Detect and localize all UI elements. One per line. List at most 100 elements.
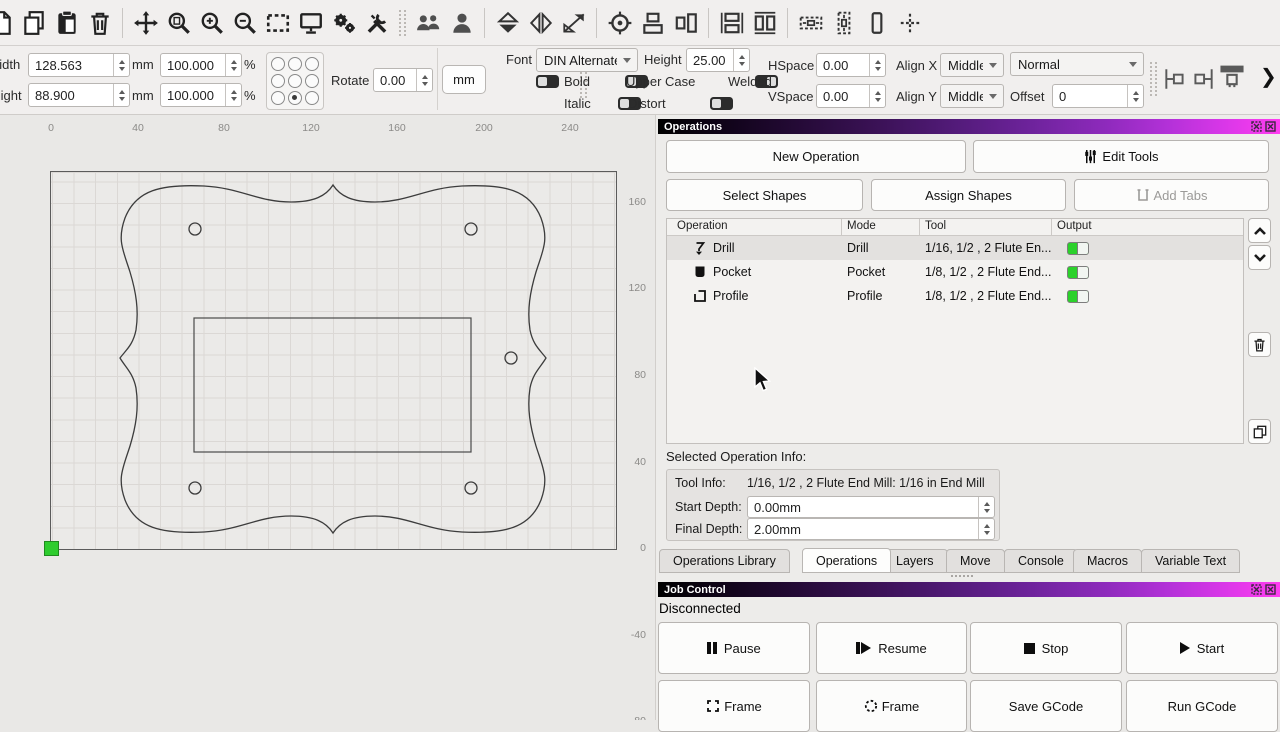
delete-operation-button[interactable]: [1248, 332, 1271, 357]
operation-row-drill[interactable]: Drill Drill 1/16, 1/2 , 2 Flute En...: [667, 236, 1243, 260]
anchor-middle-center[interactable]: [288, 74, 302, 88]
anchor-bottom-right[interactable]: [305, 91, 319, 105]
edit-tools-button[interactable]: Edit Tools: [973, 140, 1269, 173]
anchor-bottom-center[interactable]: [288, 91, 302, 105]
start-button[interactable]: Start: [1126, 622, 1278, 674]
operation-row-profile[interactable]: Profile Profile 1/8, 1/2 , 2 Flute End..…: [667, 284, 1243, 308]
user-icon[interactable]: [448, 9, 475, 36]
job-origin-marker[interactable]: [44, 541, 59, 556]
width-stepper[interactable]: [113, 54, 129, 76]
bold-toggle[interactable]: [536, 75, 559, 88]
select-shapes-button[interactable]: Select Shapes: [666, 179, 863, 211]
assign-shapes-button[interactable]: Assign Shapes: [871, 179, 1066, 211]
stop-button[interactable]: Stop: [970, 622, 1122, 674]
new-operation-button[interactable]: New Operation: [666, 140, 966, 173]
hspace-input[interactable]: 0.00: [816, 53, 886, 77]
text-height-input[interactable]: 25.00: [686, 48, 750, 72]
rotate-input[interactable]: 0.00: [373, 68, 433, 92]
height-stepper[interactable]: [113, 84, 129, 106]
tab-console[interactable]: Console: [1004, 549, 1078, 573]
tab-layers[interactable]: Layers: [882, 549, 948, 573]
settings-gears-icon[interactable]: [330, 9, 357, 36]
width-input[interactable]: 128.563: [28, 53, 130, 77]
anchor-top-center[interactable]: [288, 57, 302, 71]
operations-table[interactable]: Operation Mode Tool Output Drill Drill 1…: [666, 218, 1244, 444]
paste-icon[interactable]: [53, 9, 80, 36]
height-percent-stepper[interactable]: [225, 84, 241, 106]
delete-icon[interactable]: [86, 9, 113, 36]
align-to-left-machine-icon[interactable]: [1162, 66, 1188, 92]
operation-row-pocket[interactable]: Pocket Pocket 1/8, 1/2 , 2 Flute End...: [667, 260, 1243, 284]
height-input[interactable]: 88.900: [28, 83, 130, 107]
new-document-icon[interactable]: [0, 9, 14, 36]
add-tabs-button[interactable]: Add Tabs: [1074, 179, 1269, 211]
pan-icon[interactable]: [132, 9, 159, 36]
text-height-stepper[interactable]: [733, 49, 749, 71]
distribute-vertical-icon[interactable]: [751, 9, 778, 36]
anchor-point-grid[interactable]: [266, 52, 324, 110]
copy-icon[interactable]: [20, 9, 47, 36]
flip-vertical-icon[interactable]: [494, 9, 521, 36]
units-button[interactable]: mm: [442, 65, 486, 94]
panel-icon[interactable]: [863, 9, 890, 36]
start-depth-stepper[interactable]: [978, 497, 994, 517]
align-horizontal-icon[interactable]: [639, 9, 666, 36]
zoom-out-icon[interactable]: [231, 9, 258, 36]
anchor-middle-left[interactable]: [271, 74, 285, 88]
tab-operations-library[interactable]: Operations Library: [659, 549, 790, 573]
hspace-stepper[interactable]: [869, 54, 885, 76]
final-depth-input[interactable]: 2.00mm: [747, 518, 995, 540]
match-width-icon[interactable]: [797, 9, 824, 36]
users-icon[interactable]: [415, 9, 442, 36]
frame-square-button[interactable]: Frame: [658, 680, 810, 732]
position-icon[interactable]: [896, 9, 923, 36]
duplicate-operation-button[interactable]: [1248, 419, 1271, 444]
design-shapes[interactable]: [0, 115, 656, 720]
width-percent-stepper[interactable]: [225, 54, 241, 76]
align-x-dropdown[interactable]: Middle: [940, 53, 1004, 77]
move-operation-down-button[interactable]: [1248, 245, 1271, 270]
flip-horizontal-icon[interactable]: [527, 9, 554, 36]
height-percent-input[interactable]: 100.000: [160, 83, 242, 107]
save-gcode-button[interactable]: Save GCode: [970, 680, 1122, 732]
rotate-stepper[interactable]: [416, 69, 432, 91]
width-percent-input[interactable]: 100.000: [160, 53, 242, 77]
output-toggle[interactable]: [1067, 236, 1089, 260]
tab-operations[interactable]: Operations: [802, 548, 891, 573]
anchor-bottom-left[interactable]: [271, 91, 285, 105]
match-height-icon[interactable]: [830, 9, 857, 36]
undock-panel-icon[interactable]: [1251, 584, 1262, 595]
offset-stepper[interactable]: [1127, 85, 1143, 107]
zoom-page-icon[interactable]: [165, 9, 192, 36]
align-y-dropdown[interactable]: Middle: [940, 84, 1004, 108]
operations-panel-header[interactable]: Operations: [658, 119, 1280, 134]
align-vertical-icon[interactable]: [672, 9, 699, 36]
align-to-right-machine-icon[interactable]: [1190, 66, 1216, 92]
distort-toggle[interactable]: [710, 97, 733, 110]
font-dropdown[interactable]: DIN Alternate: [536, 48, 638, 72]
center-target-icon[interactable]: [606, 9, 633, 36]
marquee-select-icon[interactable]: [264, 9, 291, 36]
vspace-input[interactable]: 0.00: [816, 84, 886, 108]
splitter-handle[interactable]: [951, 575, 973, 579]
anchor-top-left[interactable]: [271, 57, 285, 71]
move-operation-up-button[interactable]: [1248, 218, 1271, 243]
style-dropdown[interactable]: Normal: [1010, 52, 1144, 76]
tab-macros[interactable]: Macros: [1073, 549, 1142, 573]
close-panel-icon[interactable]: [1265, 584, 1276, 595]
distribute-horizontal-icon[interactable]: [718, 9, 745, 36]
expand-toolbar-chevron[interactable]: ❯: [1260, 64, 1277, 89]
start-depth-input[interactable]: 0.00mm: [747, 496, 995, 518]
offset-input[interactable]: 0: [1052, 84, 1144, 108]
tools-icon[interactable]: [363, 9, 390, 36]
design-canvas[interactable]: 0 40 80 120 160 200 240 160 120 80 40 0 …: [0, 115, 656, 720]
vspace-stepper[interactable]: [869, 85, 885, 107]
final-depth-stepper[interactable]: [978, 519, 994, 539]
job-control-panel-header[interactable]: Job Control: [658, 582, 1280, 597]
tab-variable-text[interactable]: Variable Text: [1141, 549, 1240, 573]
output-toggle[interactable]: [1067, 284, 1089, 308]
machine-bed-icon[interactable]: [1218, 62, 1246, 90]
pause-button[interactable]: Pause: [658, 622, 810, 674]
frame-circle-button[interactable]: Frame: [816, 680, 967, 732]
undock-panel-icon[interactable]: [1251, 121, 1262, 132]
